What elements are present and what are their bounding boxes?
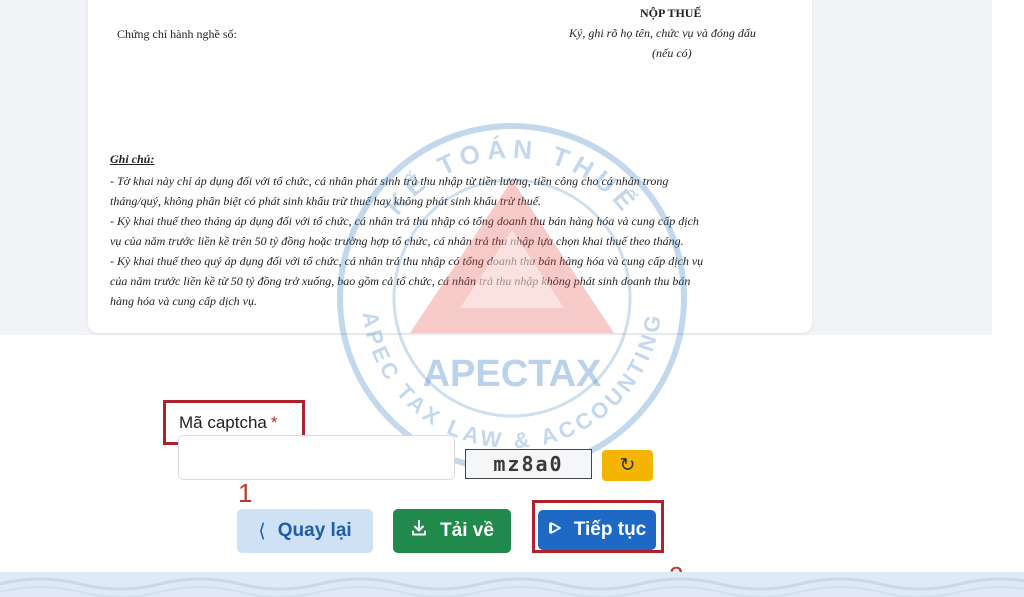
back-button-label: Quay lại bbox=[277, 520, 352, 541]
note-line: tháng/quý, không phân biệt có phát sinh … bbox=[110, 194, 542, 208]
next-button-label: Tiếp tục bbox=[573, 519, 647, 540]
captcha-label-text: Mã captcha bbox=[179, 412, 267, 432]
taxpayer-heading: NỘP THUẾ bbox=[640, 6, 702, 20]
refresh-icon: ↻ bbox=[619, 455, 636, 476]
footer-decorative-band bbox=[0, 572, 1024, 597]
chevron-left-icon: ⟨ bbox=[258, 520, 266, 542]
required-asterisk: * bbox=[270, 412, 278, 432]
note-line: - Tờ khai này chỉ áp dụng đối với tổ chứ… bbox=[110, 174, 669, 188]
captcha-image: mz8a0 bbox=[465, 449, 592, 479]
svg-text:APECTAX: APECTAX bbox=[423, 353, 602, 395]
notes-title: Ghi chú: bbox=[110, 152, 155, 166]
note-line: của năm trước liền kề từ 50 tỷ đồng trở … bbox=[110, 274, 691, 288]
certificate-label: Chứng chỉ hành nghề số: bbox=[117, 27, 237, 41]
sign-instruction-line1: Ký, ghi rõ họ tên, chức vụ và đóng dấu bbox=[569, 26, 756, 40]
play-outline-icon bbox=[548, 519, 562, 541]
note-line: vụ của năm trước liền kề trên 50 tỷ đồng… bbox=[110, 234, 684, 248]
tax-declaration-document: Chứng chỉ hành nghề số: NỘP THUẾ Ký, ghi… bbox=[88, 0, 812, 333]
right-margin bbox=[992, 0, 1024, 335]
download-button[interactable]: Tải về bbox=[393, 509, 511, 553]
download-icon bbox=[410, 519, 428, 543]
download-button-label: Tải về bbox=[440, 520, 494, 541]
back-button[interactable]: ⟨ Quay lại bbox=[237, 509, 373, 553]
note-line: - Kỳ khai thuế theo quý áp dụng đối với … bbox=[110, 254, 704, 268]
next-button[interactable]: Tiếp tục bbox=[538, 510, 656, 550]
step-annotation-1: 1 bbox=[238, 478, 253, 508]
captcha-input[interactable] bbox=[178, 435, 455, 480]
refresh-captcha-button[interactable]: ↻ bbox=[602, 450, 653, 481]
sign-instruction-line2: (nếu có) bbox=[652, 46, 692, 60]
note-line: - Kỳ khai thuế theo tháng áp dụng đối vớ… bbox=[110, 214, 699, 228]
note-line: hàng hóa và cung cấp dịch vụ. bbox=[110, 294, 257, 308]
